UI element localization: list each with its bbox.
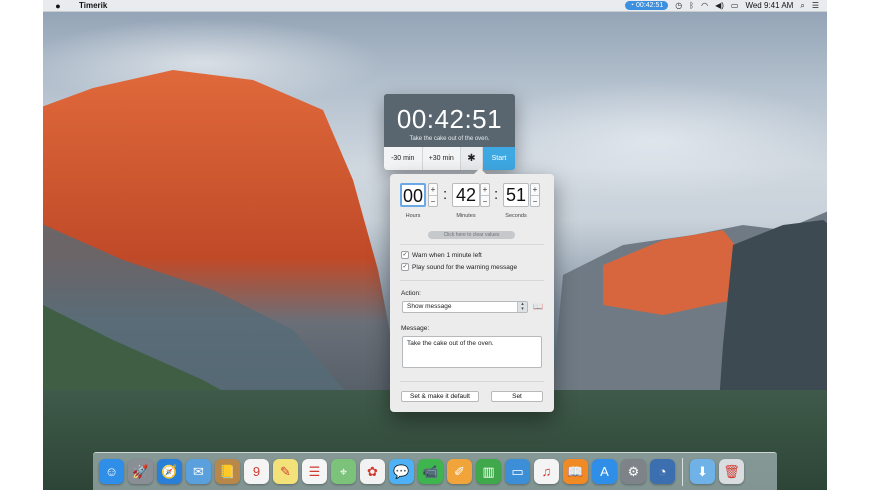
- time-machine-icon[interactable]: ◷: [675, 1, 682, 11]
- select-arrows-icon: ▴ ▾: [517, 302, 527, 312]
- hours-stepper[interactable]: + −: [428, 183, 438, 207]
- action-label: Action:: [401, 290, 421, 297]
- dock: ☺ 🚀 🧭 ✉ 📒 9 ✎ ☰ ⌖ ✿ 💬 📹 ✐ ▥ ▭ ♫ 📖 A ⚙ ◔ ⬇ 🗑: [93, 452, 777, 490]
- menu-bar: ● Timerik ◔ 00:42:51 ◷ ᛒ ◠ ◀) ▭ Wed 9:41…: [43, 0, 827, 12]
- sound-checkbox[interactable]: ✓: [401, 263, 409, 271]
- plus-30-min-button[interactable]: +30 min: [423, 147, 461, 170]
- messages-icon[interactable]: 💬: [389, 459, 414, 484]
- increment-icon[interactable]: +: [481, 184, 489, 195]
- timer-message: Take the cake out of the oven.: [409, 136, 490, 142]
- system-preferences-icon[interactable]: ⚙: [621, 459, 646, 484]
- timerik-dock-icon[interactable]: ◔: [650, 459, 675, 484]
- bluetooth-icon[interactable]: ᛒ: [689, 1, 694, 11]
- finder-icon[interactable]: ☺: [99, 459, 124, 484]
- sound-label: Play sound for the warning message: [412, 263, 518, 271]
- wifi-icon[interactable]: ◠: [701, 1, 708, 11]
- minutes-label: Minutes: [456, 213, 476, 219]
- battery-icon[interactable]: ▭: [731, 1, 739, 11]
- settings-gear-button[interactable]: ✱: [461, 147, 483, 170]
- trash-icon[interactable]: 🗑: [719, 459, 744, 484]
- volume-icon[interactable]: ◀): [715, 1, 724, 11]
- action-select-value: Show message: [407, 303, 452, 310]
- hours-label: Hours: [405, 213, 421, 219]
- maps-icon[interactable]: ⌖: [331, 459, 356, 484]
- menu-clock[interactable]: Wed 9:41 AM: [745, 1, 793, 10]
- increment-icon[interactable]: +: [531, 184, 539, 195]
- facetime-icon[interactable]: 📹: [418, 459, 443, 484]
- notification-center-icon[interactable]: ☰: [812, 1, 819, 11]
- photos-icon[interactable]: ✿: [360, 459, 385, 484]
- warn-label: Warn when 1 minute left: [412, 251, 482, 259]
- timerik-icon: ◔: [629, 2, 635, 9]
- message-label: Message:: [401, 325, 430, 332]
- decrement-icon[interactable]: −: [429, 195, 437, 206]
- action-select[interactable]: Show message ▴ ▾: [402, 301, 528, 313]
- timerik-status-item[interactable]: ◔ 00:42:51: [624, 1, 669, 10]
- apple-icon[interactable]: ●: [53, 1, 63, 11]
- reminders-icon[interactable]: ☰: [302, 459, 327, 484]
- timer-display: 00:42:51: [396, 104, 503, 134]
- timerik-window: 00:42:51 Take the cake out of the oven. …: [384, 94, 515, 170]
- keynote-icon[interactable]: ▭: [505, 459, 530, 484]
- numbers-icon[interactable]: ▥: [476, 459, 501, 484]
- contacts-icon[interactable]: 📒: [215, 459, 240, 484]
- ibooks-icon[interactable]: 📖: [563, 459, 588, 484]
- hours-field[interactable]: 00: [400, 183, 426, 207]
- time-colon: :: [443, 186, 448, 203]
- calendar-icon[interactable]: 9: [244, 459, 269, 484]
- divider: [400, 280, 544, 281]
- book-icon[interactable]: 📖: [533, 302, 543, 311]
- sound-checkbox-row[interactable]: ✓ Play sound for the warning message: [401, 263, 517, 271]
- launchpad-icon[interactable]: 🚀: [128, 459, 153, 484]
- timer-pill-text: 00:42:51: [636, 2, 664, 9]
- seconds-field[interactable]: 51: [503, 183, 529, 207]
- dock-separator: [682, 457, 683, 486]
- downloads-folder-icon[interactable]: ⬇: [690, 459, 715, 484]
- gear-icon: ✱: [467, 153, 476, 164]
- menu-app-name[interactable]: Timerik: [79, 1, 107, 10]
- clear-values-button[interactable]: Click here to clear values: [428, 231, 515, 239]
- time-colon: :: [494, 186, 499, 203]
- spotlight-icon[interactable]: ⌕: [800, 1, 804, 11]
- set-make-default-button[interactable]: Set & make it default: [401, 391, 479, 402]
- warn-checkbox[interactable]: ✓: [401, 251, 409, 259]
- itunes-icon[interactable]: ♫: [534, 459, 559, 484]
- seconds-stepper[interactable]: + −: [530, 183, 540, 207]
- increment-icon[interactable]: +: [429, 184, 437, 195]
- warn-checkbox-row[interactable]: ✓ Warn when 1 minute left: [401, 251, 482, 259]
- minutes-stepper[interactable]: + −: [480, 183, 490, 207]
- timer-settings-popover: 00 + − : 42 + − : 51 + − Hours Minutes Seco…: [390, 168, 554, 412]
- pages-icon[interactable]: ✐: [447, 459, 472, 484]
- message-textarea[interactable]: Take the cake out of the oven.: [402, 336, 542, 368]
- timer-button-bar: -30 min +30 min ✱ Start: [384, 147, 515, 170]
- start-button[interactable]: Start: [483, 147, 515, 170]
- minutes-field[interactable]: 42: [452, 183, 480, 207]
- mail-icon[interactable]: ✉: [186, 459, 211, 484]
- decrement-icon[interactable]: −: [481, 195, 489, 206]
- minus-30-min-button[interactable]: -30 min: [384, 147, 423, 170]
- decrement-icon[interactable]: −: [531, 195, 539, 206]
- notes-icon[interactable]: ✎: [273, 459, 298, 484]
- desktop: ● Timerik ◔ 00:42:51 ◷ ᛒ ◠ ◀) ▭ Wed 9:41…: [43, 0, 827, 490]
- seconds-label: Seconds: [505, 213, 527, 219]
- safari-icon[interactable]: 🧭: [157, 459, 182, 484]
- set-button[interactable]: Set: [491, 391, 543, 402]
- divider: [400, 381, 544, 382]
- divider: [400, 244, 544, 245]
- app-store-icon[interactable]: A: [592, 459, 617, 484]
